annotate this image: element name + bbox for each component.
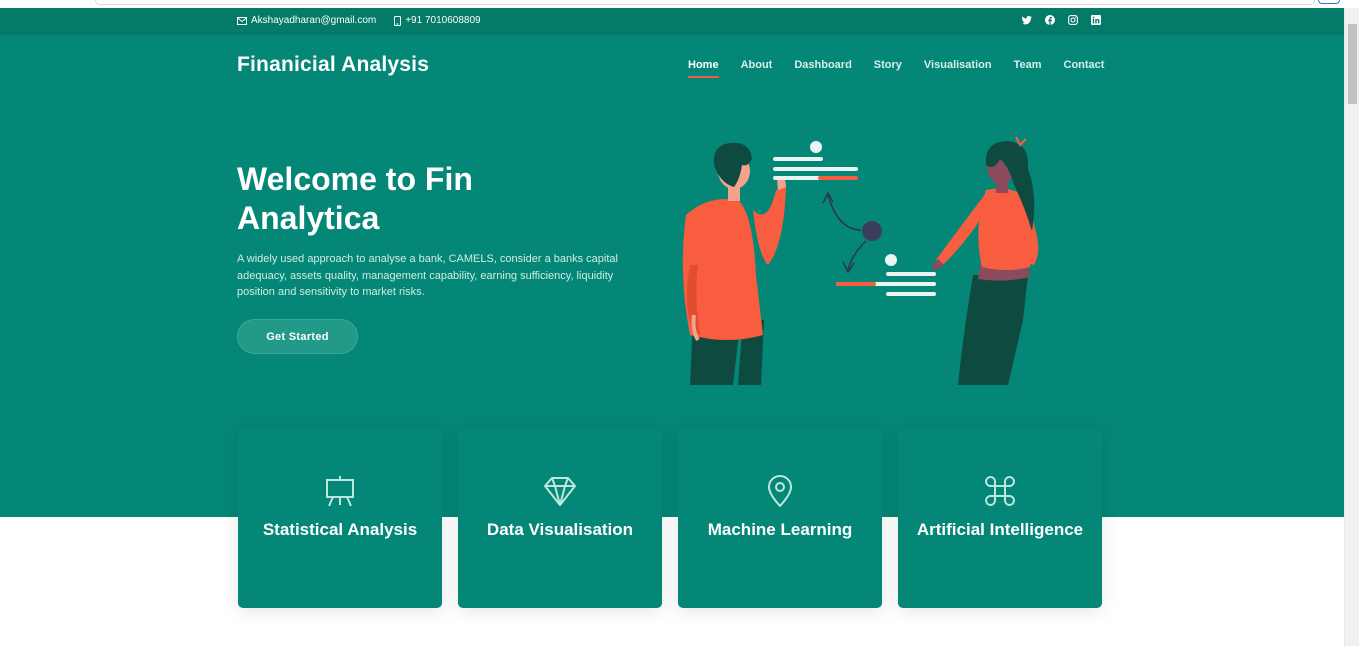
person-left-figure <box>682 142 786 385</box>
flow-arrows <box>822 191 882 274</box>
social-links <box>1022 15 1101 25</box>
browser-chrome <box>0 0 1359 8</box>
nav-team[interactable]: Team <box>1014 59 1042 71</box>
instagram-icon[interactable] <box>1068 15 1078 25</box>
feature-cards: Statistical Analysis Data Visualisation … <box>238 428 1102 608</box>
phone-icon <box>394 15 402 26</box>
scrollbar-thumb[interactable] <box>1348 24 1357 104</box>
hero-title: Welcome to Fin Analytica <box>237 161 473 236</box>
brand-logo[interactable]: Finanicial Analysis <box>237 53 429 77</box>
map-pin-icon <box>768 475 792 507</box>
phone-text: +91 7010608809 <box>405 15 481 26</box>
card-title: Data Visualisation <box>486 520 634 539</box>
hero-illustration <box>682 136 1039 385</box>
nav-home[interactable]: Home <box>688 59 719 78</box>
linkedin-icon[interactable] <box>1091 15 1101 25</box>
feature-card-machine-learning[interactable]: Machine Learning <box>678 428 882 608</box>
get-started-button[interactable]: Get Started <box>237 319 358 354</box>
top-bar: Akshayadharan@gmail.com +91 7010608809 <box>0 8 1344 35</box>
nav-dashboard[interactable]: Dashboard <box>794 59 851 71</box>
twitter-icon[interactable] <box>1022 15 1032 25</box>
top-progress-graphic <box>773 141 858 180</box>
envelope-icon <box>237 16 247 25</box>
facebook-icon[interactable] <box>1045 15 1055 25</box>
email-text: Akshayadharan@gmail.com <box>251 15 377 26</box>
contact-info: Akshayadharan@gmail.com +91 7010608809 <box>237 15 481 26</box>
card-title: Machine Learning <box>707 520 853 539</box>
feature-card-statistical-analysis[interactable]: Statistical Analysis <box>238 428 442 608</box>
extension-icon[interactable] <box>1318 0 1340 4</box>
feature-card-data-visualisation[interactable]: Data Visualisation <box>458 428 662 608</box>
phone-contact[interactable]: +91 7010608809 <box>394 15 481 26</box>
vertical-scrollbar[interactable] <box>1344 8 1359 646</box>
nav-visualisation[interactable]: Visualisation <box>924 59 992 71</box>
main-nav: Home About Dashboard Story Visualisation… <box>688 59 1105 78</box>
email-contact[interactable]: Akshayadharan@gmail.com <box>237 15 376 26</box>
card-title: Artificial Intelligence <box>916 520 1084 539</box>
feature-card-artificial-intelligence[interactable]: Artificial Intelligence <box>898 428 1102 608</box>
nav-story[interactable]: Story <box>874 59 902 71</box>
easel-icon <box>326 476 354 507</box>
address-bar-edge <box>95 0 1315 5</box>
command-icon <box>985 476 1015 506</box>
page: Akshayadharan@gmail.com +91 7010608809 F… <box>0 8 1344 646</box>
person-right-figure <box>932 136 1039 385</box>
nav-contact[interactable]: Contact <box>1064 59 1105 71</box>
gem-icon <box>544 477 576 506</box>
nav-about[interactable]: About <box>741 59 773 71</box>
card-title: Statistical Analysis <box>262 520 418 539</box>
hero-description: A widely used approach to analyse a bank… <box>237 253 618 298</box>
